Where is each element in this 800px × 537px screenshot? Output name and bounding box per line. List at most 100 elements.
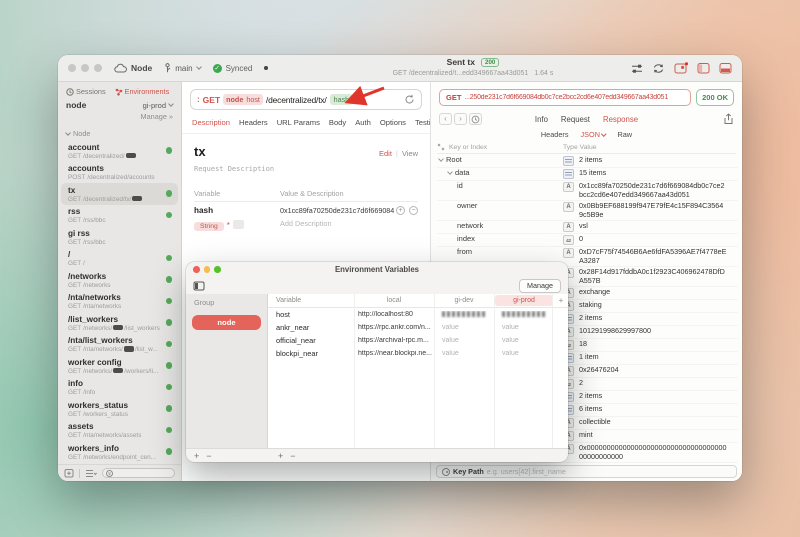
tab-options[interactable]: Options (380, 118, 406, 127)
tab-json[interactable]: JSON (581, 130, 606, 139)
type-dropdown[interactable]: String (194, 222, 224, 231)
chevron-down-icon[interactable] (438, 156, 444, 162)
env-row-official-near[interactable]: official_nearhttps://archival-rpc.m...va… (268, 334, 568, 347)
keypath-bar[interactable]: Key Path e.g. users[42].first_name (436, 465, 737, 478)
env-row-host[interactable]: hosthttp://localhost:80 (268, 308, 568, 321)
tree-row[interactable]: data15 items (437, 168, 738, 181)
env-gi-prod-value[interactable]: value (494, 324, 552, 331)
sidebar-section-node[interactable]: Node (58, 121, 181, 140)
sort-list-icon[interactable] (85, 469, 97, 478)
toggle-box[interactable] (233, 220, 244, 229)
response-url-pill[interactable]: GET ...250de231c7d6f669084db0c7ce2bcc2cd… (439, 89, 691, 106)
request-description-placeholder[interactable]: Request Description (194, 165, 418, 173)
sidebar-item-worker-config[interactable]: worker configGET/networks//workers/li... (61, 355, 178, 377)
sidebar-item-accounts[interactable]: accountsPOST/decentralized/accounts (61, 162, 178, 184)
minimize-button[interactable] (81, 64, 89, 72)
tab-info[interactable]: Info (535, 115, 548, 124)
tab-sessions[interactable]: Sessions (66, 87, 106, 96)
tab-response[interactable]: Response (603, 115, 638, 124)
edit-button[interactable]: Edit (379, 149, 392, 158)
request-method[interactable]: GET (203, 95, 220, 105)
env-local-value[interactable]: http://localhost:80 (354, 311, 434, 318)
tab-raw[interactable]: Raw (617, 130, 632, 139)
tree-row[interactable]: networkvsl (437, 221, 738, 234)
sidebar-item-tx[interactable]: txGET/decentralized/tx/ (61, 183, 178, 205)
sidebar-item-list-workers[interactable]: /list_workersGET/networks//list_workers (61, 312, 178, 334)
manage-environments-link[interactable]: Manage » (66, 112, 173, 121)
variable-name[interactable]: hash (194, 206, 280, 215)
env-gi-prod-value[interactable]: value (494, 337, 552, 344)
sidebar-item-networks[interactable]: /networksGET/networks (61, 269, 178, 291)
variable-value[interactable]: 0x1cc89fa70250de231c7d6f669084d... (280, 206, 394, 215)
refresh-icon[interactable] (404, 94, 415, 105)
env-local-value[interactable]: https://archival-rpc.m... (354, 337, 434, 344)
environment-dropdown[interactable]: gi-prod (143, 101, 173, 110)
group-item-node[interactable]: node (192, 315, 261, 330)
tab-request[interactable]: Request (561, 115, 590, 124)
sidebar-toggle-icon[interactable] (193, 281, 205, 291)
env-gi-dev-value[interactable]: value (434, 324, 494, 331)
column-header-gi-prod[interactable]: gi-prod (495, 295, 553, 306)
tab-environments[interactable]: Environments (115, 87, 170, 96)
tab-headers[interactable]: Headers (239, 118, 268, 127)
sliders-icon[interactable] (631, 63, 643, 74)
method-selector-icon[interactable]: : (197, 95, 200, 104)
zoom-button[interactable] (94, 64, 102, 72)
tab-description[interactable]: Description (192, 118, 230, 127)
sidebar-item-assets[interactable]: assetsGET/nta/networks/assets (61, 420, 178, 442)
column-header-local[interactable]: local (354, 297, 434, 304)
manage-button[interactable]: Manage (519, 279, 561, 293)
add-group-button[interactable]: + (194, 451, 199, 461)
sidebar-item-gi-rss[interactable]: gi rssGET/rss/bbc (61, 226, 178, 248)
share-icon[interactable] (723, 113, 734, 125)
env-local-value[interactable]: https://near.blockpi.ne... (354, 350, 434, 357)
sidebar-item-account[interactable]: accountGET/decentralized/ (61, 140, 178, 162)
env-row-blockpi-near[interactable]: blockpi_nearhttps://near.blockpi.ne...va… (268, 347, 568, 360)
column-header-gi-dev[interactable]: gi-dev (434, 297, 494, 304)
add-circle-icon[interactable]: + (396, 206, 405, 215)
remove-group-button[interactable]: − (206, 451, 211, 461)
tree-row[interactable]: Root2 items (437, 155, 738, 168)
sync-loop-icon[interactable] (652, 63, 665, 74)
env-row-ankr-near[interactable]: ankr_nearhttps://rpc.ankr.com/n...valuev… (268, 321, 568, 334)
view-button[interactable]: View (402, 149, 418, 158)
sidebar-item-rss[interactable]: rssGET/rss/bbc (61, 205, 178, 227)
bottom-panel-layout-icon[interactable] (719, 62, 732, 74)
sync-status[interactable]: ✓ Synced (213, 64, 253, 73)
request-path[interactable]: /decentralized/tx/ (266, 95, 327, 105)
tree-row[interactable]: id0x1cc89fa70250de231c7d6f669084db0c7ce2… (437, 181, 738, 201)
remove-circle-icon[interactable]: − (409, 206, 418, 215)
tree-row[interactable]: owner0x0Bb9EF688199f947E79fE4c15F894C356… (437, 201, 738, 221)
env-local-value[interactable]: https://rpc.ankr.com/n... (354, 324, 434, 331)
sidebar-item-nta-list-workers[interactable]: /nta/list_workersGET/nta/networks//list_… (61, 334, 178, 356)
add-variable-button[interactable]: + (278, 451, 283, 461)
left-sidebar-layout-icon[interactable] (697, 62, 710, 74)
env-gi-dev-value[interactable] (434, 311, 494, 319)
tab-auth[interactable]: Auth (355, 118, 371, 127)
tab-url-params[interactable]: URL Params (277, 118, 320, 127)
tab-headers[interactable]: Headers (541, 130, 569, 139)
sidebar-item-root[interactable]: /GET/ (61, 248, 178, 270)
window-controls[interactable] (68, 64, 102, 72)
add-description-placeholder[interactable]: Add Description (280, 219, 394, 228)
add-environment-button[interactable]: + (554, 296, 568, 305)
tree-row[interactable]: index0 (437, 234, 738, 247)
env-variable-chip[interactable]: nodehost (223, 94, 263, 105)
chevron-down-icon[interactable] (447, 169, 453, 175)
notification-window-icon[interactable] (674, 62, 688, 74)
env-gi-dev-value[interactable]: value (434, 350, 494, 357)
tab-body[interactable]: Body (329, 118, 346, 127)
sidebar-item-nta-networks[interactable]: /nta/networksGET/nta/networks (61, 291, 178, 313)
env-gi-dev-value[interactable]: value (434, 337, 494, 344)
variable-row[interactable]: hash String* 0x1cc89fa70250de231c7d6f669… (194, 202, 418, 233)
close-button[interactable] (68, 64, 76, 72)
expand-collapse-icon[interactable] (437, 143, 445, 151)
sidebar-item-workers-status[interactable]: workers_statusGET/workers_status (61, 398, 178, 420)
filter-field[interactable] (102, 468, 175, 478)
sidebar-item-info[interactable]: infoGET/info (61, 377, 178, 399)
sidebar-item-workers-info[interactable]: workers_infoGET/networks/endpoint_cen... (61, 441, 178, 463)
branch-selector[interactable]: main (164, 63, 200, 73)
new-request-icon[interactable] (64, 468, 74, 478)
env-gi-prod-value[interactable]: value (494, 350, 552, 357)
env-gi-prod-value[interactable] (494, 311, 552, 319)
